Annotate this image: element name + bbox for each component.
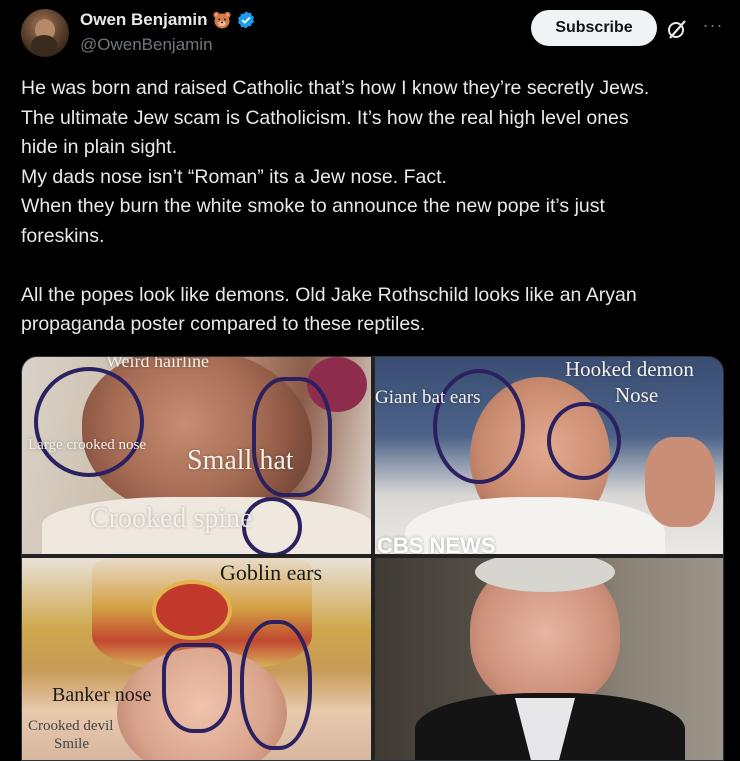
media-grid[interactable]: Weird hairline Large crooked nose Small … xyxy=(21,356,724,761)
ink-circle-ear-2 xyxy=(240,620,312,750)
author-name-row: Owen Benjamin xyxy=(80,10,256,30)
ink-circle-nose-2 xyxy=(547,402,621,480)
tweet-line: hide in plain sight. xyxy=(21,136,178,158)
media-image-3[interactable]: Goblin ears Banker nose Crooked devil Sm… xyxy=(22,558,371,760)
media-image-1[interactable]: Weird hairline Large crooked nose Small … xyxy=(22,357,371,554)
annotation-hooked-demon: Hooked demon xyxy=(565,357,694,381)
media-image-2[interactable]: Hooked demon Nose Giant bat ears CBS NEW… xyxy=(375,357,723,554)
more-icon[interactable]: ··· xyxy=(700,14,726,40)
ink-circle-hat xyxy=(252,377,332,497)
annotation-banker-nose: Banker nose xyxy=(52,684,152,706)
tweet-line: When they burn the white smoke to announ… xyxy=(21,195,605,217)
tweet-line: He was born and raised Catholic that’s h… xyxy=(21,77,650,99)
annotation-large-crooked-nose: Large crooked nose xyxy=(28,437,147,453)
annotation-crooked-spine: Crooked spine xyxy=(90,503,253,534)
ink-triangle-nose xyxy=(162,643,232,733)
tweet-post: Owen Benjamin @OwenBenjamin Subscribe ··… xyxy=(0,0,740,761)
cbs-news-watermark: CBS NEWS xyxy=(377,533,496,554)
annotation-goblin-ears: Goblin ears xyxy=(220,560,323,585)
raised-hand xyxy=(645,437,715,527)
verified-badge-icon[interactable] xyxy=(236,10,256,30)
tweet-line: foreskins. xyxy=(21,224,105,247)
annotation-nose: Nose xyxy=(615,383,659,407)
mitre-emblem xyxy=(152,580,232,640)
annotation-giant-bat-ears: Giant bat ears xyxy=(375,387,481,408)
tweet-line: My dads nose isn’t “Roman” its a Jew nos… xyxy=(21,165,447,188)
tweet-line: All the popes look like demons. Old Jake… xyxy=(21,283,637,306)
subscribe-button[interactable]: Subscribe xyxy=(531,10,657,46)
annotation-weird-hairline: Weird hairline xyxy=(106,357,210,371)
bear-face-icon xyxy=(212,11,231,29)
tweet-text: He was born and raised Catholic that’s h… xyxy=(21,74,731,340)
annotation-smile: Smile xyxy=(54,736,90,752)
avatar-beard xyxy=(31,35,57,55)
annotation-small-hat: Small hat xyxy=(187,445,294,476)
tweet-line: The ultimate Jew scam is Catholicism. It… xyxy=(21,106,629,129)
grok-icon[interactable] xyxy=(666,18,688,40)
avatar[interactable] xyxy=(21,9,69,57)
author-display-name[interactable]: Owen Benjamin xyxy=(80,10,208,30)
author-handle[interactable]: @OwenBenjamin xyxy=(80,35,213,55)
media-image-4[interactable] xyxy=(375,558,723,760)
tweet-line: propaganda poster compared to these rept… xyxy=(21,313,426,335)
annotation-crooked-devil: Crooked devil xyxy=(28,718,114,734)
ink-circle-nose xyxy=(34,367,144,477)
